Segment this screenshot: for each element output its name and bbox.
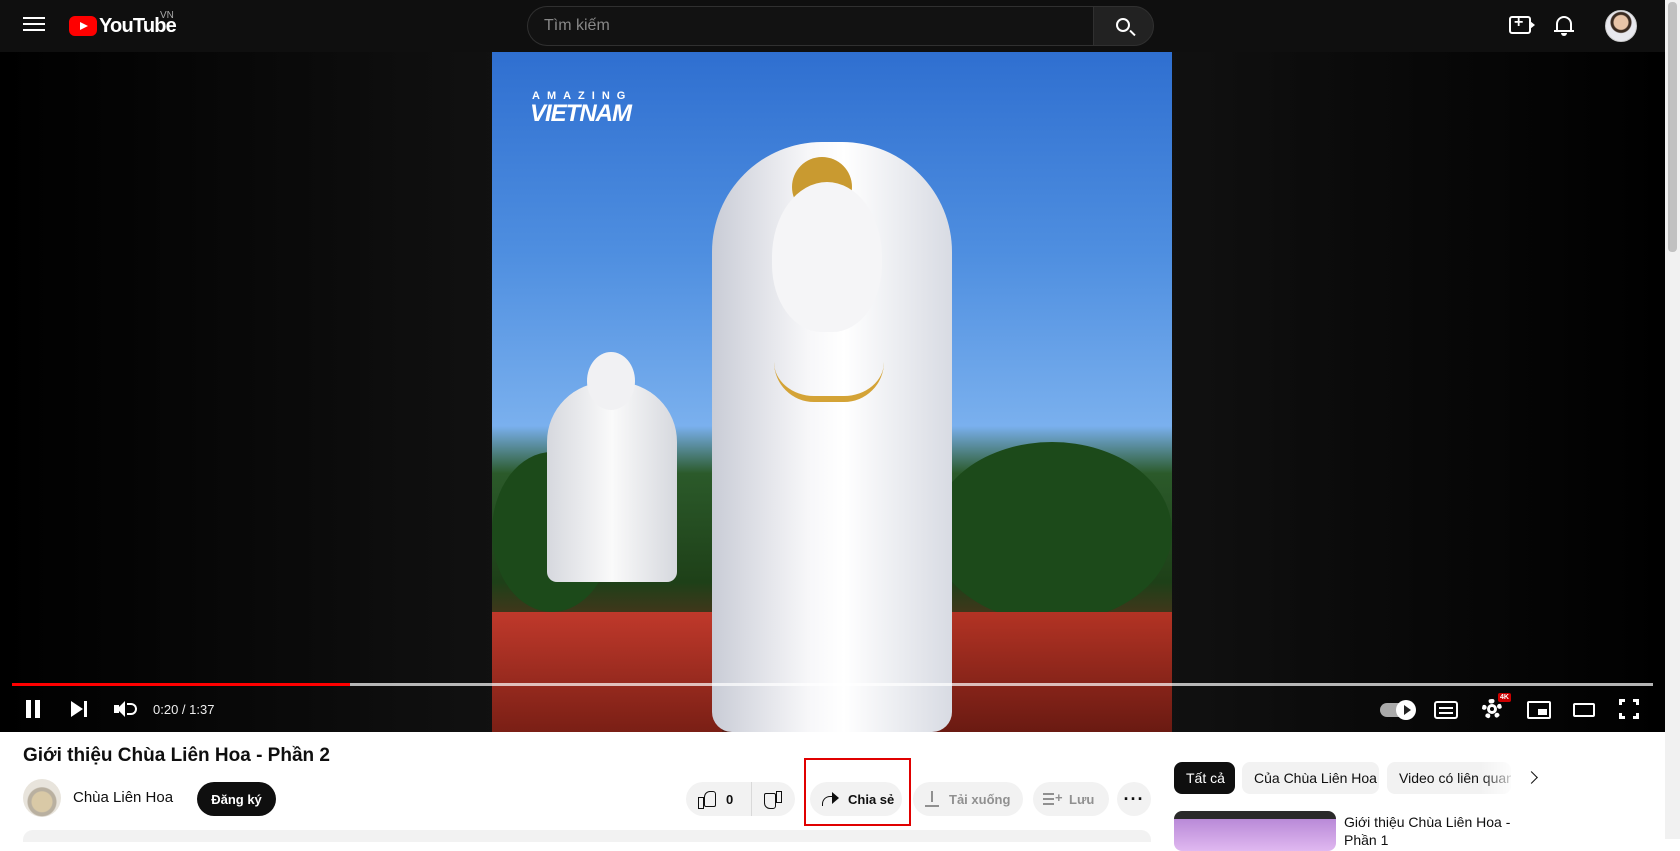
search-icon xyxy=(1116,18,1130,32)
youtube-play-icon xyxy=(69,16,97,36)
save-label: Lưu xyxy=(1069,791,1095,807)
temple-roof xyxy=(492,612,722,732)
account-avatar[interactable] xyxy=(1605,10,1637,42)
fullscreen-icon[interactable] xyxy=(1619,699,1639,719)
country-code: VN xyxy=(160,10,174,21)
download-button[interactable]: Tải xuống xyxy=(913,782,1023,816)
pause-icon[interactable] xyxy=(24,700,42,718)
search-input[interactable] xyxy=(527,6,1093,46)
progress-bar[interactable] xyxy=(12,683,1653,686)
search-button[interactable] xyxy=(1093,6,1154,46)
recommendation-thumbnail[interactable] xyxy=(1174,811,1336,851)
volume-icon[interactable] xyxy=(114,700,137,718)
next-icon[interactable] xyxy=(70,700,88,718)
statue-head xyxy=(772,182,882,332)
seated-buddha-head xyxy=(587,352,635,410)
thumbs-down-icon xyxy=(764,791,782,809)
video-frame: AMAZING VIETNAM xyxy=(492,52,1172,732)
create-video-icon[interactable] xyxy=(1509,14,1535,34)
subscribe-button[interactable]: Đăng ký xyxy=(197,782,276,816)
dislike-button[interactable] xyxy=(752,782,795,816)
search-bar xyxy=(527,6,1154,46)
more-dots-icon: ··· xyxy=(1123,788,1145,809)
miniplayer-icon[interactable] xyxy=(1527,701,1551,719)
scrollbar-thumb[interactable] xyxy=(1668,2,1677,252)
channel-name[interactable]: Chùa Liên Hoa xyxy=(73,789,173,806)
settings-gear-icon[interactable] xyxy=(1482,699,1502,719)
autoplay-toggle[interactable] xyxy=(1380,700,1416,720)
download-icon xyxy=(925,791,939,807)
quality-badge: 4K xyxy=(1498,693,1511,702)
chip-all[interactable]: Tất cả xyxy=(1174,762,1235,794)
chevron-right-icon[interactable] xyxy=(1525,770,1541,786)
seated-buddha-statue xyxy=(547,382,677,582)
overlay-brand-bottom: VIETNAM xyxy=(530,100,632,127)
more-actions-button[interactable]: ··· xyxy=(1117,782,1151,816)
theater-mode-icon[interactable] xyxy=(1573,703,1595,717)
recommendation-title[interactable]: Giới thiệu Chùa Liên Hoa - Phần 1 xyxy=(1344,813,1544,849)
like-count: 0 xyxy=(726,791,734,807)
menu-icon[interactable] xyxy=(22,14,46,38)
time-display: 0:20 / 1:37 xyxy=(153,702,215,717)
channel-avatar[interactable] xyxy=(23,779,61,817)
chip-fade xyxy=(1480,762,1520,794)
playlist-add-icon xyxy=(1043,790,1063,805)
like-button[interactable]: 0 xyxy=(686,782,752,816)
palm-trees xyxy=(932,442,1172,622)
progress-played xyxy=(12,683,351,686)
notifications-bell-icon[interactable] xyxy=(1554,14,1574,36)
share-arrow-icon xyxy=(822,792,840,806)
masthead: YouTube VN xyxy=(0,0,1665,52)
share-button[interactable]: Chia sẻ xyxy=(810,782,902,816)
video-title: Giới thiệu Chùa Liên Hoa - Phần 2 xyxy=(23,745,330,766)
share-label: Chia sẻ xyxy=(848,791,895,807)
thumbs-up-icon xyxy=(698,790,716,809)
description-box[interactable] xyxy=(23,830,1151,842)
page-scrollbar[interactable] xyxy=(1665,0,1680,839)
video-player[interactable]: AMAZING VIETNAM 0:20 / 1:37 4K xyxy=(0,52,1665,732)
download-label: Tải xuống xyxy=(949,791,1011,807)
save-button[interactable]: Lưu xyxy=(1033,782,1109,816)
chip-from-channel[interactable]: Của Chùa Liên Hoa xyxy=(1242,762,1379,794)
subtitles-icon[interactable] xyxy=(1434,701,1458,719)
like-dislike-group: 0 xyxy=(686,782,795,816)
